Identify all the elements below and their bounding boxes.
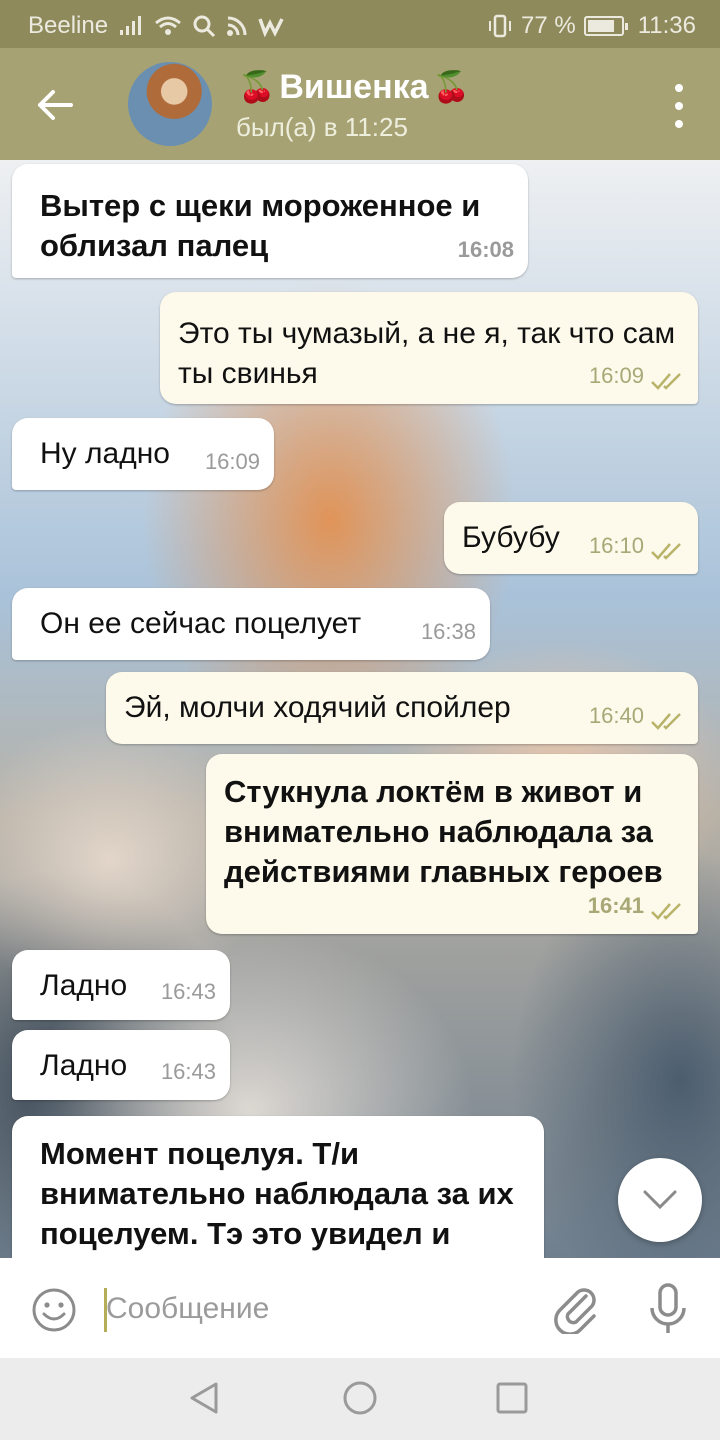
chat-title[interactable]: 🍒 Вишенка 🍒 <box>238 68 470 107</box>
back-button[interactable] <box>30 80 80 130</box>
message-text: Момент поцелуя. Т/и внимательно наблюдал… <box>40 1136 514 1251</box>
message-time: 16:09 <box>204 449 260 474</box>
search-icon <box>193 15 216 38</box>
vibrate-icon <box>489 14 512 38</box>
last-seen: был(а) в 11:25 <box>236 112 408 142</box>
message-text: Вытер с щеки мороженное и облизал палец <box>40 188 481 263</box>
status-bar: Beeline 77 % 11:36 <box>0 0 720 48</box>
arrow-left-icon <box>38 90 73 120</box>
message-bubble[interactable]: Бубубу 16:10 <box>444 502 698 574</box>
message-time: 16:09 <box>588 363 644 388</box>
scroll-down-button[interactable] <box>618 1158 702 1242</box>
rss-icon <box>227 16 247 36</box>
double-check-icon <box>651 373 681 390</box>
message-bubble[interactable]: Момент поцелуя. Т/и внимательно наблюдал… <box>12 1116 544 1258</box>
clock: 11:36 <box>637 12 696 39</box>
message-time: 16:38 <box>420 619 476 644</box>
message-bubble[interactable]: Эй, молчи ходячий спойлер 16:40 <box>106 672 698 744</box>
recents-square-icon[interactable] <box>494 1380 530 1416</box>
chevron-down-icon <box>643 1190 677 1210</box>
home-circle-icon[interactable] <box>342 1380 378 1416</box>
double-check-icon <box>651 903 681 920</box>
message-bubble[interactable]: Ладно 16:43 <box>12 950 230 1020</box>
battery-percent: 77 % <box>521 12 576 39</box>
message-bubble[interactable]: Это ты чумазый, а не я, так что сам ты с… <box>160 292 698 404</box>
message-time: 16:43 <box>160 1059 216 1084</box>
back-triangle-icon[interactable] <box>186 1380 222 1416</box>
message-bubble[interactable]: Ну ладно 16:09 <box>12 418 274 490</box>
message-time: 16:08 <box>457 237 514 262</box>
message-bubble[interactable]: Стукнула локтём в живот и внимательно на… <box>206 754 698 934</box>
cherry-icon: 🍒 <box>238 71 276 104</box>
emoji-icon[interactable] <box>30 1286 78 1334</box>
double-check-icon <box>651 543 681 560</box>
microphone-icon[interactable] <box>646 1282 690 1336</box>
message-composer <box>0 1258 720 1358</box>
message-time: 16:43 <box>160 979 216 1004</box>
message-text: Стукнула локтём в живот и внимательно на… <box>224 774 663 889</box>
message-bubble[interactable]: Ладно 16:43 <box>12 1030 230 1100</box>
carrier-label: Beeline <box>28 12 109 39</box>
chat-name: Вишенка <box>279 68 429 106</box>
message-bubble[interactable]: Вытер с щеки мороженное и облизал палец … <box>12 164 528 278</box>
signal-icon <box>120 16 142 35</box>
message-text: Бубубу <box>462 521 560 554</box>
message-time: 16:40 <box>588 703 644 728</box>
message-time: 16:41 <box>587 893 644 918</box>
message-text: Он ее сейчас поцелует <box>40 607 362 640</box>
wifi-icon <box>155 16 182 35</box>
message-time: 16:10 <box>588 533 644 558</box>
system-nav-bar <box>0 1358 720 1440</box>
avatar[interactable] <box>128 62 212 146</box>
message-list[interactable]: Вытер с щеки мороженное и облизал палец … <box>0 160 720 1258</box>
more-menu-button[interactable] <box>672 84 686 128</box>
cherry-icon: 🍒 <box>432 71 470 104</box>
chat-header: 🍒 Вишенка 🍒 был(а) в 11:25 <box>0 48 720 160</box>
paperclip-icon[interactable] <box>552 1282 600 1334</box>
message-input[interactable] <box>106 1282 526 1336</box>
app-w-icon <box>258 18 284 37</box>
battery-icon <box>583 16 628 36</box>
double-check-icon <box>651 713 681 730</box>
message-bubble[interactable]: Он ее сейчас поцелует 16:38 <box>12 588 490 660</box>
